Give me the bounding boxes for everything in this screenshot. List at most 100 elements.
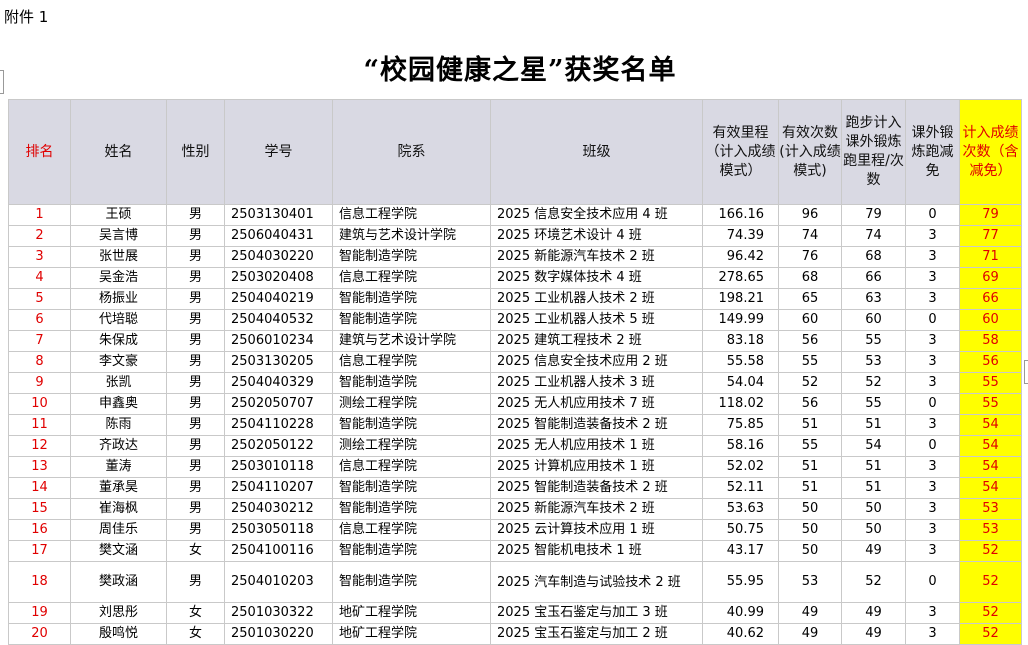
cell-score-count[interactable]: 66 bbox=[959, 288, 1022, 310]
cell-name[interactable]: 申鑫奥 bbox=[70, 393, 167, 415]
cell-valid-count[interactable]: 52 bbox=[778, 372, 842, 394]
cell-mileage[interactable]: 54.04 bbox=[702, 372, 779, 394]
cell-college[interactable]: 信息工程学院 bbox=[332, 456, 491, 478]
cell-valid-count[interactable]: 50 bbox=[778, 498, 842, 520]
table-row[interactable]: 7 朱保成男 2506010234 建筑与艺术设计学院 2025 建筑工程技术 2 班8… bbox=[8, 330, 1022, 352]
cell-run-to-extra[interactable]: 49 bbox=[841, 602, 906, 624]
cell-extra-exempt[interactable]: 0 bbox=[905, 561, 960, 603]
cell-class[interactable]: 2025 宝玉石鉴定与加工 2 班 bbox=[490, 623, 703, 645]
cell-extra-exempt[interactable]: 3 bbox=[905, 456, 960, 478]
cell-score-count[interactable]: 58 bbox=[959, 330, 1022, 352]
cell-student-id[interactable]: 2506040431 bbox=[224, 225, 333, 247]
cell-student-id[interactable]: 2503130401 bbox=[224, 204, 333, 226]
cell-college[interactable]: 智能制造学院 bbox=[332, 414, 491, 436]
cell-gender[interactable]: 女 bbox=[166, 623, 225, 645]
cell-mileage[interactable]: 75.85 bbox=[702, 414, 779, 436]
cell-mileage[interactable]: 50.75 bbox=[702, 519, 779, 541]
cell-gender[interactable]: 男 bbox=[166, 561, 225, 603]
cell-run-to-extra[interactable]: 51 bbox=[841, 456, 906, 478]
header-name[interactable]: 姓名 bbox=[70, 99, 167, 205]
cell-name[interactable]: 刘思彤 bbox=[70, 602, 167, 624]
cell-class[interactable]: 2025 工业机器人技术 2 班 bbox=[490, 288, 703, 310]
cell-class[interactable]: 2025 信息安全技术应用 4 班 bbox=[490, 204, 703, 226]
cell-class[interactable]: 2025 智能制造装备技术 2 班 bbox=[490, 477, 703, 499]
cell-rank[interactable]: 3 bbox=[8, 246, 71, 268]
cell-student-id[interactable]: 2504040532 bbox=[224, 309, 333, 331]
cell-run-to-extra[interactable]: 49 bbox=[841, 540, 906, 562]
cell-student-id[interactable]: 2503010118 bbox=[224, 456, 333, 478]
cell-extra-exempt[interactable]: 0 bbox=[905, 393, 960, 415]
cell-name[interactable]: 齐政达 bbox=[70, 435, 167, 457]
cell-valid-count[interactable]: 51 bbox=[778, 414, 842, 436]
cell-mileage[interactable]: 43.17 bbox=[702, 540, 779, 562]
cell-college[interactable]: 智能制造学院 bbox=[332, 246, 491, 268]
table-row[interactable]: 17 樊文涵女 2504100116 智能制造学院 2025 智能机电技术 1 班 43.… bbox=[8, 540, 1022, 562]
header-college[interactable]: 院系 bbox=[332, 99, 491, 205]
cell-name[interactable]: 樊文涵 bbox=[70, 540, 167, 562]
cell-extra-exempt[interactable]: 3 bbox=[905, 602, 960, 624]
cell-valid-count[interactable]: 50 bbox=[778, 540, 842, 562]
cell-class[interactable]: 2025 无人机应用技术 1 班 bbox=[490, 435, 703, 457]
cell-score-count[interactable]: 52 bbox=[959, 540, 1022, 562]
cell-run-to-extra[interactable]: 53 bbox=[841, 351, 906, 373]
cell-extra-exempt[interactable]: 3 bbox=[905, 267, 960, 289]
cell-extra-exempt[interactable]: 0 bbox=[905, 204, 960, 226]
cell-rank[interactable]: 15 bbox=[8, 498, 71, 520]
cell-college[interactable]: 智能制造学院 bbox=[332, 540, 491, 562]
cell-run-to-extra[interactable]: 50 bbox=[841, 498, 906, 520]
cell-valid-count[interactable]: 49 bbox=[778, 602, 842, 624]
cell-student-id[interactable]: 2503020408 bbox=[224, 267, 333, 289]
cell-college[interactable]: 测绘工程学院 bbox=[332, 393, 491, 415]
cell-class[interactable]: 2025 无人机应用技术 7 班 bbox=[490, 393, 703, 415]
cell-score-count[interactable]: 56 bbox=[959, 351, 1022, 373]
cell-gender[interactable]: 男 bbox=[166, 498, 225, 520]
cell-score-count[interactable]: 53 bbox=[959, 498, 1022, 520]
cell-name[interactable]: 杨振业 bbox=[70, 288, 167, 310]
cell-run-to-extra[interactable]: 68 bbox=[841, 246, 906, 268]
cell-run-to-extra[interactable]: 74 bbox=[841, 225, 906, 247]
cell-mileage[interactable]: 55.58 bbox=[702, 351, 779, 373]
cell-mileage[interactable]: 278.65 bbox=[702, 267, 779, 289]
cell-college[interactable]: 建筑与艺术设计学院 bbox=[332, 225, 491, 247]
cell-college[interactable]: 信息工程学院 bbox=[332, 267, 491, 289]
cell-college[interactable]: 智能制造学院 bbox=[332, 498, 491, 520]
cell-gender[interactable]: 女 bbox=[166, 602, 225, 624]
cell-student-id[interactable]: 2501030322 bbox=[224, 602, 333, 624]
cell-valid-count[interactable]: 51 bbox=[778, 456, 842, 478]
cell-name[interactable]: 樊政涵 bbox=[70, 561, 167, 603]
cell-rank[interactable]: 16 bbox=[8, 519, 71, 541]
cell-mileage[interactable]: 52.11 bbox=[702, 477, 779, 499]
cell-college[interactable]: 智能制造学院 bbox=[332, 309, 491, 331]
header-rank[interactable]: 排名 bbox=[8, 99, 71, 205]
cell-student-id[interactable]: 2504040219 bbox=[224, 288, 333, 310]
cell-mileage[interactable]: 198.21 bbox=[702, 288, 779, 310]
cell-college[interactable]: 地矿工程学院 bbox=[332, 623, 491, 645]
cell-class[interactable]: 2025 智能制造装备技术 2 班 bbox=[490, 414, 703, 436]
cell-run-to-extra[interactable]: 51 bbox=[841, 414, 906, 436]
cell-mileage[interactable]: 53.63 bbox=[702, 498, 779, 520]
cell-valid-count[interactable]: 74 bbox=[778, 225, 842, 247]
cell-extra-exempt[interactable]: 3 bbox=[905, 477, 960, 499]
cell-extra-exempt[interactable]: 0 bbox=[905, 435, 960, 457]
cell-student-id[interactable]: 2504030220 bbox=[224, 246, 333, 268]
cell-college[interactable]: 建筑与艺术设计学院 bbox=[332, 330, 491, 352]
cell-score-count[interactable]: 54 bbox=[959, 435, 1022, 457]
cell-name[interactable]: 张世展 bbox=[70, 246, 167, 268]
cell-name[interactable]: 殷鸣悦 bbox=[70, 623, 167, 645]
cell-name[interactable]: 吴言博 bbox=[70, 225, 167, 247]
cell-name[interactable]: 周佳乐 bbox=[70, 519, 167, 541]
cell-score-count[interactable]: 60 bbox=[959, 309, 1022, 331]
cell-mileage[interactable]: 83.18 bbox=[702, 330, 779, 352]
cell-score-count[interactable]: 54 bbox=[959, 477, 1022, 499]
cell-score-count[interactable]: 77 bbox=[959, 225, 1022, 247]
cell-name[interactable]: 董涛 bbox=[70, 456, 167, 478]
cell-run-to-extra[interactable]: 79 bbox=[841, 204, 906, 226]
cell-gender[interactable]: 男 bbox=[166, 246, 225, 268]
cell-student-id[interactable]: 2502050122 bbox=[224, 435, 333, 457]
cell-gender[interactable]: 男 bbox=[166, 456, 225, 478]
cell-college[interactable]: 智能制造学院 bbox=[332, 372, 491, 394]
cell-student-id[interactable]: 2506010234 bbox=[224, 330, 333, 352]
cell-valid-count[interactable]: 53 bbox=[778, 561, 842, 603]
cell-gender[interactable]: 男 bbox=[166, 309, 225, 331]
cell-class[interactable]: 2025 工业机器人技术 3 班 bbox=[490, 372, 703, 394]
